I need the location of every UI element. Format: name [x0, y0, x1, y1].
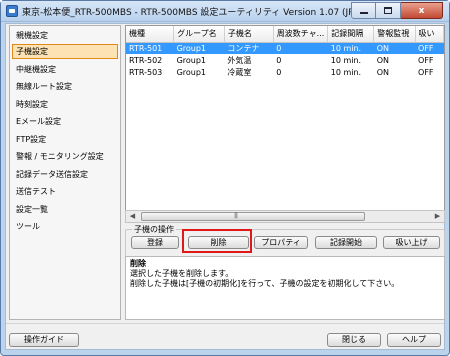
table-cell: 0	[276, 67, 282, 77]
remote-unit-table: 機種 グループ名 子機名 周波数チャ... 記録間隔 警報監視 吸い RTR-5…	[125, 25, 445, 221]
table-cell: Group1	[173, 42, 225, 54]
table-cell: 0	[276, 55, 282, 65]
table-cell: OFF	[418, 67, 434, 77]
table-row[interactable]: RTR-503 Group1 冷蔵室 0 10 min. ON OFF	[126, 66, 444, 78]
unit-list: 機種 グループ名 子機名 周波数チャ... 記録間隔 警報監視 吸い RTR-5…	[126, 26, 444, 78]
description-line: 選択した子機を削除します。	[130, 269, 234, 278]
table-cell: ON	[373, 42, 416, 54]
table-cell: 10 min.	[330, 67, 362, 77]
table-cell: OFF	[418, 55, 434, 65]
settings-sidebar: 親機設定 子機設定 中継機設定 無線ルート設定 時刻設定 Eメール設定 FTP設…	[9, 25, 121, 320]
operation-guide-button[interactable]: 操作ガイド	[9, 333, 79, 347]
register-button[interactable]: 登録	[131, 236, 179, 249]
window-title: 東京-松本便_RTR-500MBS - RTR-500MBS 設定ユーティリティ…	[22, 8, 358, 18]
description-heading: 削除	[130, 259, 146, 268]
sidebar-item-clock[interactable]: 時刻設定	[12, 97, 118, 112]
table-cell: ON	[376, 55, 389, 65]
minimize-button[interactable]	[351, 2, 376, 19]
close-window-button[interactable]: x	[401, 2, 443, 19]
sidebar-item-send-test[interactable]: 送信テスト	[12, 184, 118, 199]
column-header-warning[interactable]: 警報監視	[373, 26, 416, 43]
sidebar-item-settings-list[interactable]: 設定一覧	[12, 202, 118, 217]
scroll-grip-icon: |||	[234, 212, 238, 219]
column-header-interval[interactable]: 記録間隔	[327, 26, 375, 43]
maximize-button[interactable]	[376, 2, 401, 19]
table-row[interactable]: RTR-501 Group1 コンテナ 0 10 min. ON OFF	[126, 42, 444, 54]
sidebar-item-warning-monitoring[interactable]: 警報 / モニタリング設定	[12, 149, 118, 164]
table-cell: 10 min.	[330, 55, 362, 65]
sidebar-item-email[interactable]: Eメール設定	[12, 114, 118, 129]
table-cell: 10 min.	[327, 42, 374, 54]
start-recording-button[interactable]: 記録開始	[315, 236, 377, 249]
properties-button[interactable]: プロパティ	[254, 236, 308, 249]
download-data-button[interactable]: 吸い上げ	[383, 236, 440, 249]
table-cell: コンテナ	[224, 42, 274, 54]
table-cell: 外気温	[227, 55, 252, 65]
sidebar-item-data-transmission[interactable]: 記録データ送信設定	[12, 167, 118, 182]
minimize-icon	[359, 12, 368, 14]
table-cell: RTR-502	[129, 55, 163, 65]
sidebar-item-wireless-route[interactable]: 無線ルート設定	[12, 79, 118, 94]
column-header-model[interactable]: 機種	[126, 26, 175, 43]
help-description-panel: 削除 選択した子機を削除します。 削除した子機は[子機の初期化]を行って、子機の…	[125, 256, 445, 320]
app-icon	[6, 5, 18, 17]
table-cell: Group1	[176, 55, 207, 65]
table-cell: 冷蔵室	[227, 67, 252, 77]
caption-buttons: x	[351, 2, 443, 19]
client-area: 親機設定 子機設定 中継機設定 無線ルート設定 時刻設定 Eメール設定 FTP設…	[5, 23, 445, 350]
column-header-group[interactable]: グループ名	[173, 26, 225, 43]
sidebar-item-base-unit[interactable]: 親機設定	[12, 28, 118, 43]
close-icon: x	[418, 5, 425, 16]
sidebar-item-tools[interactable]: ツール	[12, 219, 118, 234]
table-row[interactable]: RTR-502 Group1 外気温 0 10 min. ON OFF	[126, 54, 444, 66]
horizontal-scrollbar[interactable]: ◀ ||| ▶	[125, 210, 445, 223]
column-header-frequency[interactable]: 周波数チャ...	[273, 26, 329, 43]
column-header-unit-name[interactable]: 子機名	[224, 26, 274, 43]
app-window: 東京-松本便_RTR-500MBS - RTR-500MBS 設定ユーティリティ…	[0, 0, 450, 356]
sidebar-item-remote-unit[interactable]: 子機設定	[12, 44, 118, 59]
table-cell: ON	[376, 67, 389, 77]
unit-operations-label: 子機の操作	[132, 224, 176, 235]
table-cell: RTR-501	[126, 42, 174, 54]
help-button[interactable]: ヘルプ	[387, 333, 441, 347]
table-header-row: 機種 グループ名 子機名 周波数チャ... 記録間隔 警報監視 吸い	[126, 26, 444, 43]
sidebar-item-ftp[interactable]: FTP設定	[12, 132, 118, 147]
close-button[interactable]: 閉じる	[327, 333, 381, 347]
delete-button[interactable]: 削除	[188, 236, 249, 249]
table-cell: OFF	[415, 42, 444, 54]
scroll-left-icon[interactable]: ◀	[126, 211, 139, 222]
table-cell: Group1	[176, 67, 207, 77]
description-line: 削除した子機は[子機の初期化]を行って、子機の設定を初期化して下さい。	[130, 279, 400, 288]
scroll-right-icon[interactable]: ▶	[431, 211, 444, 222]
scroll-thumb[interactable]	[141, 212, 365, 221]
sidebar-item-repeater[interactable]: 中継機設定	[12, 62, 118, 77]
column-header-download[interactable]: 吸い	[415, 26, 444, 43]
footer-divider	[6, 323, 444, 324]
table-cell: RTR-503	[129, 67, 163, 77]
maximize-icon	[384, 7, 392, 14]
title-bar[interactable]: 東京-松本便_RTR-500MBS - RTR-500MBS 設定ユーティリティ…	[1, 1, 449, 22]
table-cell: 0	[273, 42, 328, 54]
